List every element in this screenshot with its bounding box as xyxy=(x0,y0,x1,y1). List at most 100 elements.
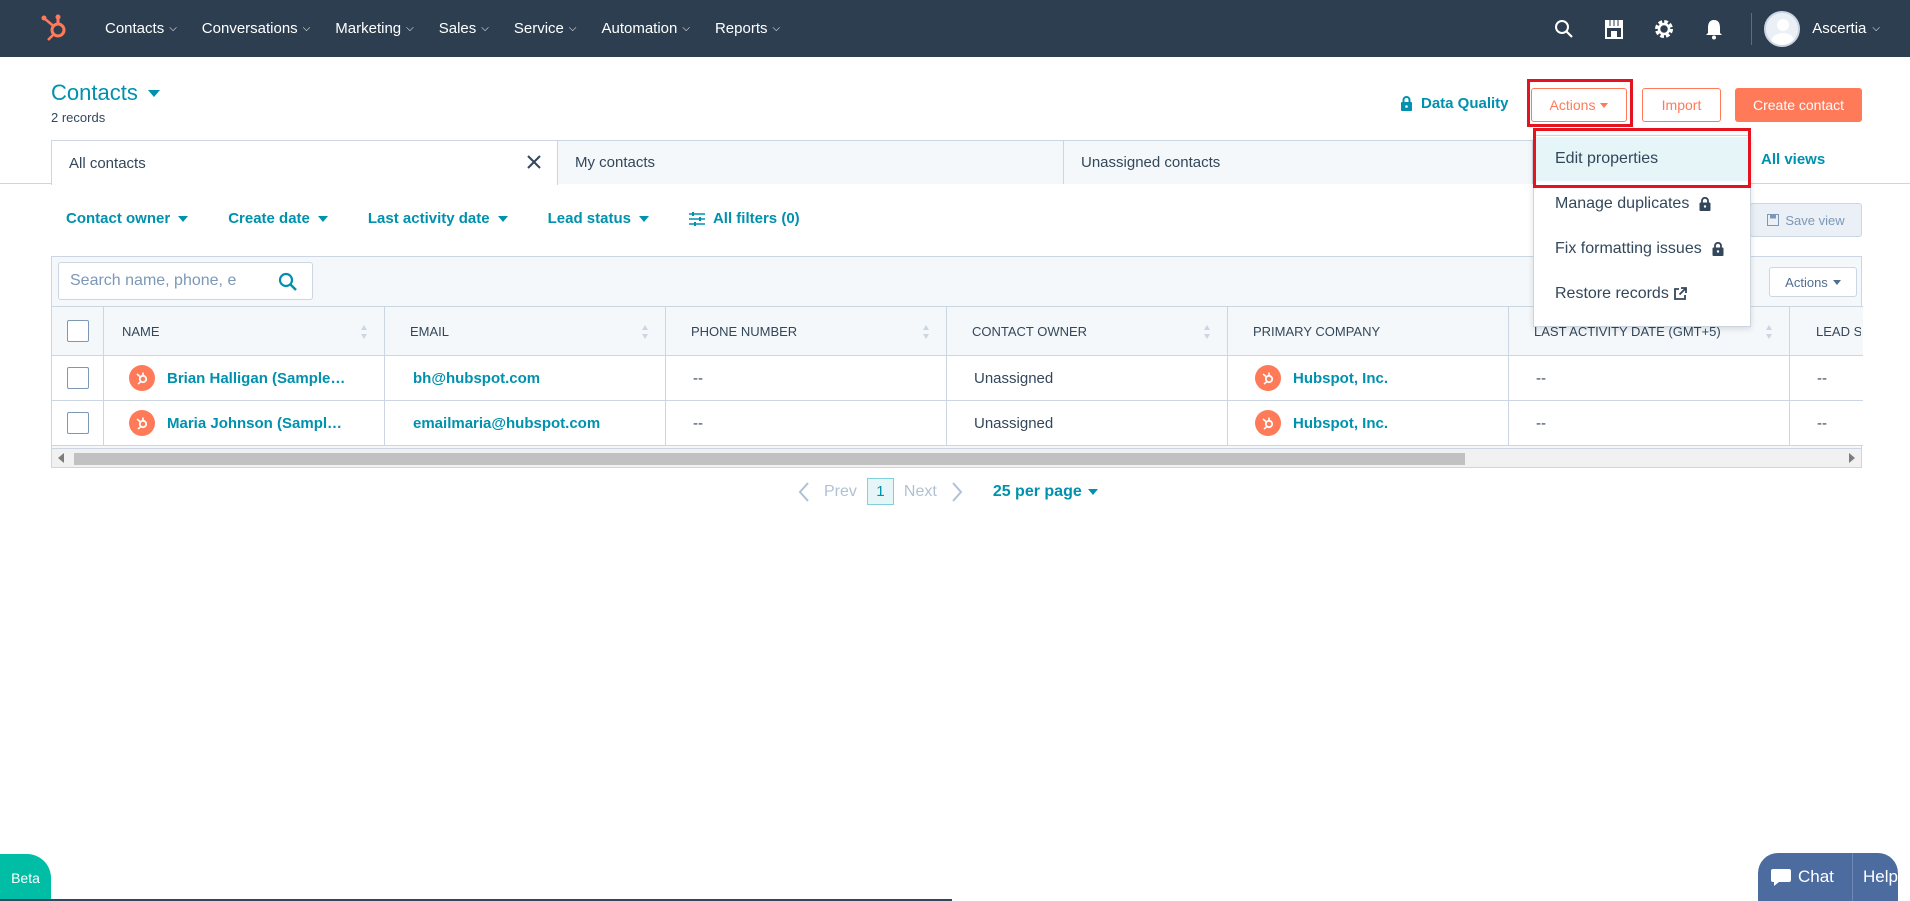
search-icon[interactable] xyxy=(278,272,298,292)
save-view-button[interactable]: Save view xyxy=(1750,203,1862,237)
avatar[interactable] xyxy=(1764,10,1801,47)
phone-cell: -- xyxy=(666,356,947,400)
company-link[interactable]: Hubspot, Inc. xyxy=(1293,415,1388,432)
filter-last-activity-date[interactable]: Last activity date xyxy=(368,210,508,227)
user-menu[interactable]: Ascertia ⌵ xyxy=(1812,20,1880,37)
menu-item-restore-records[interactable]: Restore records xyxy=(1534,272,1750,316)
scroll-left-icon[interactable] xyxy=(58,453,64,463)
column-header-phone[interactable]: PHONE NUMBER xyxy=(666,307,947,355)
row-checkbox[interactable] xyxy=(66,367,89,389)
chevron-down-icon: ⌵ xyxy=(481,23,489,34)
chevron-left-icon xyxy=(798,481,809,502)
hubspot-sprocket-icon xyxy=(1255,365,1281,391)
close-icon[interactable] xyxy=(525,153,543,171)
search-input[interactable] xyxy=(70,272,270,290)
column-header-contact-owner[interactable]: CONTACT OWNER xyxy=(947,307,1228,355)
sort-icon[interactable] xyxy=(360,324,368,340)
company-cell: Hubspot, Inc. xyxy=(1228,401,1509,445)
sort-icon[interactable] xyxy=(641,324,649,340)
page-title[interactable]: Contacts xyxy=(51,80,160,106)
chevron-down-icon: ⌵ xyxy=(772,23,781,34)
caret-down-icon xyxy=(1087,488,1098,495)
column-header-lead-status[interactable]: LEAD S xyxy=(1790,307,1861,355)
chevron-down-icon: ⌵ xyxy=(302,23,311,34)
sliders-icon xyxy=(688,211,705,226)
hubspot-sprocket-icon xyxy=(129,410,155,436)
tab-unassigned-contacts[interactable]: Unassigned contacts xyxy=(1063,140,1533,184)
table-actions-button[interactable]: Actions xyxy=(1769,267,1857,297)
all-views-link[interactable]: All views xyxy=(1761,151,1825,168)
caret-down-icon xyxy=(178,215,189,222)
name-cell: Brian Halligan (Sample… xyxy=(104,356,385,400)
lead-status-cell: -- xyxy=(1817,414,1827,432)
nav-marketing[interactable]: Marketing ⌵ xyxy=(335,20,413,37)
caret-down-icon xyxy=(317,215,328,222)
marketplace-icon[interactable] xyxy=(1602,17,1626,41)
nav-contacts[interactable]: Contacts ⌵ xyxy=(105,20,177,37)
menu-item-manage-duplicates[interactable]: Manage duplicates xyxy=(1534,182,1750,226)
column-header-email[interactable]: EMAIL xyxy=(385,307,666,355)
per-page-select[interactable]: 25 per page xyxy=(993,483,1098,501)
filter-create-date[interactable]: Create date xyxy=(228,210,328,227)
table-row[interactable]: Brian Halligan (Sample… bh@hubspot.com -… xyxy=(52,356,1863,401)
row-select-cell xyxy=(52,401,104,445)
nav-automation[interactable]: Automation ⌵ xyxy=(601,20,689,37)
tab-all-contacts[interactable]: All contacts xyxy=(51,140,558,185)
chevron-down-icon: ⌵ xyxy=(1872,23,1880,34)
nav-sales[interactable]: Sales ⌵ xyxy=(439,20,489,37)
hubspot-sprocket-icon xyxy=(1255,410,1281,436)
bell-icon[interactable] xyxy=(1702,17,1726,41)
contact-name-link[interactable]: Brian Halligan (Sample… xyxy=(167,370,345,387)
lead-status-cell: -- xyxy=(1817,369,1827,387)
search-icon[interactable] xyxy=(1552,17,1576,41)
create-contact-button[interactable]: Create contact xyxy=(1735,88,1862,122)
tab-my-contacts[interactable]: My contacts xyxy=(557,140,1064,184)
nav-conversations[interactable]: Conversations ⌵ xyxy=(202,20,310,37)
nav-service[interactable]: Service ⌵ xyxy=(514,20,577,37)
horizontal-scrollbar[interactable] xyxy=(52,448,1861,467)
caret-down-icon xyxy=(638,215,649,222)
caret-down-icon xyxy=(1832,279,1841,285)
email-link[interactable]: emailmaria@hubspot.com xyxy=(413,415,600,432)
record-count: 2 records xyxy=(51,110,106,125)
row-checkbox[interactable] xyxy=(66,412,89,434)
search-box[interactable] xyxy=(58,262,313,300)
sort-icon[interactable] xyxy=(922,324,930,340)
chat-button[interactable]: Chat xyxy=(1758,853,1854,901)
chevron-down-icon: ⌵ xyxy=(169,23,177,34)
email-cell: emailmaria@hubspot.com xyxy=(385,401,666,445)
scrollbar-thumb[interactable] xyxy=(74,453,1465,465)
beta-badge[interactable]: Beta xyxy=(0,854,51,901)
filter-contact-owner[interactable]: Contact owner xyxy=(66,210,189,227)
company-link[interactable]: Hubspot, Inc. xyxy=(1293,370,1388,387)
contact-name-link[interactable]: Maria Johnson (Sampl… xyxy=(167,415,342,432)
column-header-name[interactable]: NAME xyxy=(104,307,385,355)
select-all-checkbox[interactable] xyxy=(66,320,89,342)
sort-icon[interactable] xyxy=(1765,324,1773,340)
owner-cell[interactable]: Unassigned xyxy=(947,356,1228,400)
prev-page-button[interactable]: Prev xyxy=(798,481,857,503)
email-link[interactable]: bh@hubspot.com xyxy=(413,370,540,387)
row-select-cell xyxy=(52,356,104,400)
sort-icon[interactable] xyxy=(1203,324,1211,340)
top-navigation: Contacts ⌵ Conversations ⌵ Marketing ⌵ Sale… xyxy=(0,0,1910,57)
highlight-box-edit-properties xyxy=(1533,128,1751,188)
data-quality-link[interactable]: Data Quality xyxy=(1400,95,1509,112)
filter-lead-status[interactable]: Lead status xyxy=(548,210,649,227)
column-header-primary-company[interactable]: PRIMARY COMPANY xyxy=(1228,307,1509,355)
owner-cell[interactable]: Unassigned xyxy=(947,401,1228,445)
help-widget: Chat Help xyxy=(1758,853,1898,901)
gear-icon[interactable] xyxy=(1652,17,1676,41)
scroll-right-icon[interactable] xyxy=(1849,453,1855,463)
table-row[interactable]: Maria Johnson (Sampl… emailmaria@hubspot… xyxy=(52,401,1863,446)
help-button[interactable]: Help xyxy=(1853,867,1898,887)
nav-divider xyxy=(1751,12,1753,45)
menu-item-fix-formatting[interactable]: Fix formatting issues xyxy=(1534,227,1750,271)
lock-icon xyxy=(1712,242,1724,256)
all-filters-button[interactable]: All filters (0) xyxy=(688,210,800,227)
nav-reports[interactable]: Reports ⌵ xyxy=(715,20,780,37)
import-button[interactable]: Import xyxy=(1642,88,1721,122)
page-number-1[interactable]: 1 xyxy=(866,478,894,505)
next-page-button[interactable]: Next xyxy=(904,481,963,503)
hubspot-logo-icon[interactable] xyxy=(40,13,70,43)
